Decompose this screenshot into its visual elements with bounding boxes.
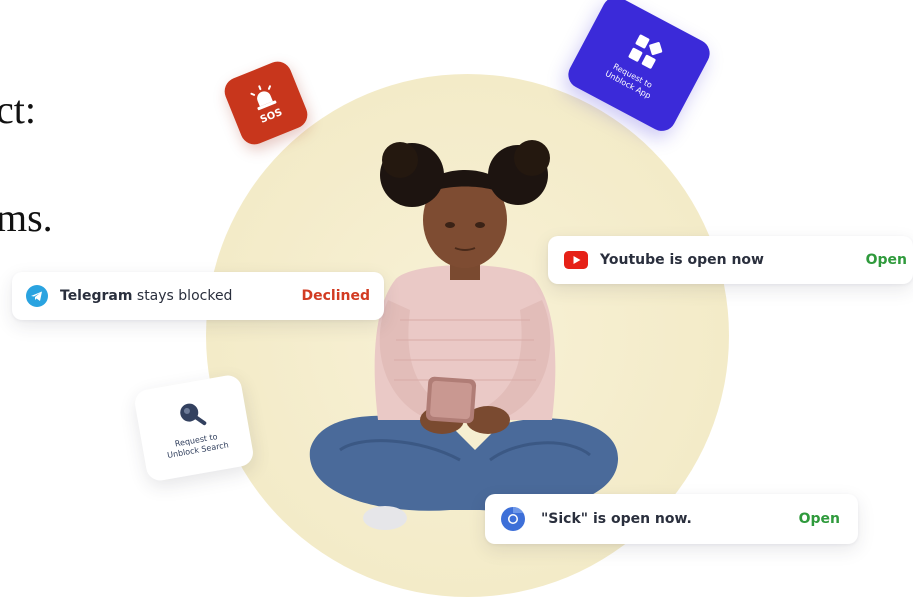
youtube-status-open: Open (865, 252, 907, 268)
intro-text-line-2: ms. (0, 195, 53, 240)
request-unblock-search-caption: Request to Unblock Search (166, 431, 230, 460)
telegram-app-name: Telegram (60, 288, 133, 304)
request-unblock-search-button[interactable]: Request to Unblock Search (132, 373, 256, 483)
chrome-search-notification[interactable]: "Sick" is open now. Open (485, 494, 858, 544)
chrome-status-open: Open (798, 511, 840, 527)
telegram-message: stays blocked (132, 288, 233, 304)
youtube-notification[interactable]: Youtube is open now Open (548, 236, 913, 284)
youtube-notification-text: Youtube is open now (600, 252, 764, 268)
telegram-notification[interactable]: Telegram stays blocked Declined (12, 272, 384, 320)
youtube-icon (564, 251, 588, 269)
sos-label: SOS (258, 106, 284, 126)
chrome-icon (501, 507, 525, 531)
chrome-notification-text: "Sick" is open now. (541, 511, 692, 527)
telegram-notification-text: Telegram stays blocked (60, 288, 232, 304)
telegram-status-declined: Declined (301, 288, 371, 304)
telegram-icon (26, 285, 48, 307)
child-with-phone-illustration (309, 140, 619, 530)
search-icon (180, 403, 207, 425)
intro-text-line-1: ct: (0, 87, 36, 132)
app-grid-icon (628, 34, 663, 69)
